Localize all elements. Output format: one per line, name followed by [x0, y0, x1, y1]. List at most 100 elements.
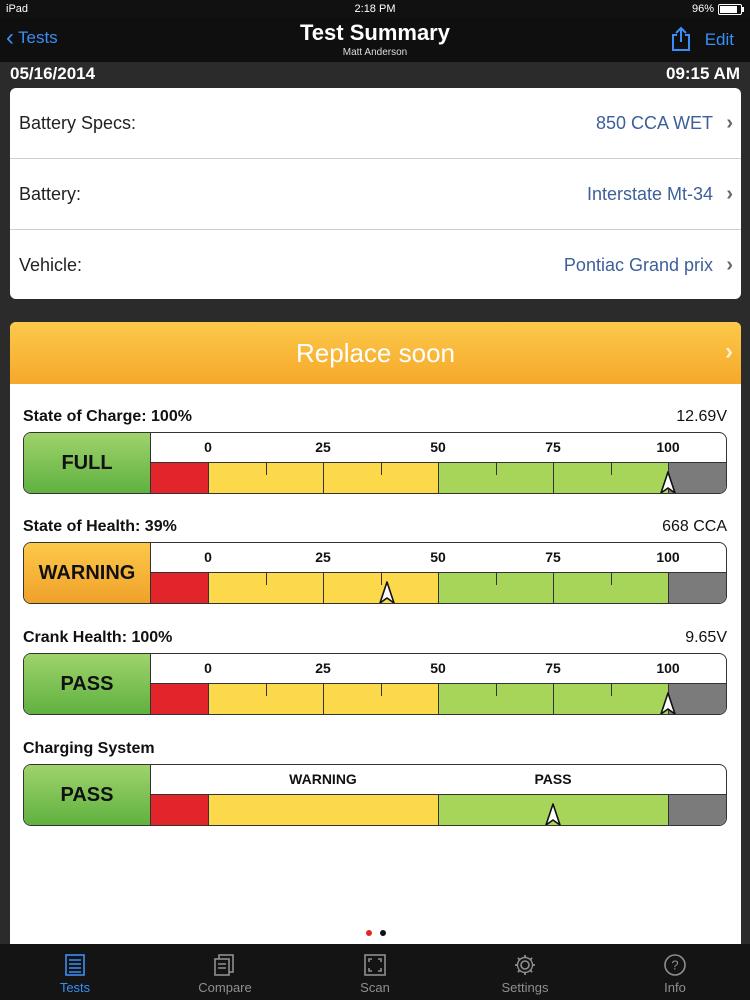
minor-tick — [265, 684, 267, 696]
share-icon — [672, 26, 690, 51]
pointer-icon — [379, 581, 396, 603]
scan-icon — [364, 954, 386, 976]
gauge-band — [151, 794, 726, 825]
scale-divider — [553, 573, 554, 603]
metric-value: 12.69V — [676, 408, 727, 425]
tick-label: 25 — [315, 660, 331, 676]
tick-label: 100 — [656, 549, 680, 565]
share-button[interactable] — [670, 26, 692, 57]
tick-label: 100 — [656, 439, 680, 455]
gauge-band — [151, 683, 726, 714]
tab-scan[interactable]: Scan — [300, 944, 450, 1000]
tab-settings[interactable]: Settings — [450, 944, 600, 1000]
battery-icon — [718, 3, 744, 15]
scale-divider — [553, 684, 554, 714]
battery-status: 96% — [691, 3, 744, 15]
minor-tick — [380, 684, 382, 696]
page-title: Test Summary — [300, 20, 450, 45]
minor-tick — [610, 684, 612, 696]
tick-label: 75 — [545, 549, 561, 565]
tab-info[interactable]: ? Info — [600, 944, 750, 1000]
status-bar: iPad 2:18 PM 96% — [0, 0, 750, 18]
tab-label: Info — [664, 980, 686, 995]
gauge-band — [151, 462, 726, 493]
tab-label: Scan — [360, 980, 390, 995]
battery-row[interactable]: Battery: Interstate Mt-34 › — [10, 159, 741, 230]
tab-label: Tests — [59, 980, 91, 995]
red-zone — [151, 573, 208, 603]
scale-divider — [323, 573, 324, 603]
chevron-right-icon: › — [726, 254, 733, 276]
edit-button[interactable]: Edit — [705, 30, 734, 50]
page-dot — [365, 930, 372, 936]
chevron-right-icon: › — [725, 338, 733, 365]
status-badge: FULL — [24, 433, 151, 493]
pointer-icon — [660, 692, 676, 714]
row-label: Battery Specs: — [19, 113, 137, 133]
metric-value: 668 CCA — [662, 518, 727, 535]
tick-label: 50 — [430, 439, 446, 455]
result-banner[interactable]: Replace soon › — [10, 322, 741, 384]
result-card: Replace soon › State of Charge: 100% 12.… — [10, 322, 741, 944]
minor-tick — [495, 463, 497, 475]
scale-divider — [323, 463, 324, 493]
tab-compare[interactable]: Compare — [150, 944, 300, 1000]
gray-zone — [668, 573, 726, 603]
battery-specs-row[interactable]: Battery Specs: 850 CCA WET › — [10, 88, 741, 159]
gauge-scale: 0 25 50 75 100 — [151, 654, 726, 714]
test-date: 05/16/2014 — [10, 64, 96, 83]
vehicle-row[interactable]: Vehicle: Pontiac Grand prix › — [10, 230, 741, 299]
scale-divider — [438, 684, 439, 714]
pointer-icon — [660, 471, 676, 493]
status-badge: WARNING — [24, 543, 151, 603]
gray-zone — [668, 795, 726, 825]
red-zone — [151, 795, 208, 825]
tab-tests[interactable]: Tests — [0, 944, 150, 1000]
tick-label: 50 — [430, 660, 446, 676]
tick-label: 100 — [656, 660, 680, 676]
question-icon: ? — [664, 954, 686, 976]
minor-tick — [380, 463, 382, 475]
tick-label: 25 — [315, 549, 331, 565]
metric-value: 9.65V — [685, 629, 727, 646]
minor-tick — [495, 573, 497, 585]
date-row: 05/16/2014 09:15 AM — [0, 62, 750, 86]
result-text: Replace soon — [296, 338, 455, 368]
metric-title: State of Health: 39% — [23, 518, 177, 535]
tick-label: 0 — [204, 660, 212, 676]
documents-icon — [214, 954, 234, 976]
nav-bar: ‹ Tests Test Summary Matt Anderson Edit — [0, 18, 750, 62]
tab-label: Settings — [501, 980, 549, 995]
minor-tick — [495, 684, 497, 696]
tab-bar: Tests Compare Scan Settings ? Info — [0, 944, 750, 1000]
status-badge: PASS — [24, 765, 151, 825]
gauge: FULL 0 25 50 75 100 — [23, 432, 727, 494]
scale-divider — [208, 684, 209, 714]
gauge: WARNING 0 25 50 75 100 — [23, 542, 727, 604]
metric-title: Charging System — [23, 740, 155, 757]
tick-label: 25 — [315, 439, 331, 455]
battery-percent: 96% — [691, 3, 714, 15]
page-indicator[interactable] — [10, 923, 741, 941]
list-icon — [65, 954, 85, 976]
zone-label: WARNING — [289, 771, 357, 787]
scale-divider — [553, 463, 554, 493]
scale-divider — [668, 795, 669, 825]
scale-divider — [438, 463, 439, 493]
info-card: Battery Specs: 850 CCA WET › Battery: In… — [10, 88, 741, 299]
row-label: Vehicle: — [19, 255, 83, 275]
chevron-right-icon: › — [726, 112, 733, 134]
status-badge: PASS — [24, 654, 151, 714]
scale-divider — [208, 573, 209, 603]
tick-label: 75 — [545, 439, 561, 455]
minor-tick — [610, 463, 612, 475]
row-value: Interstate Mt-34 — [586, 184, 713, 204]
page-subtitle: Matt Anderson — [342, 47, 408, 58]
tick-label: 0 — [204, 439, 212, 455]
red-zone — [151, 463, 208, 493]
scale-divider — [323, 684, 324, 714]
pointer-icon — [545, 803, 561, 825]
row-value: 850 CCA WET — [595, 113, 713, 133]
gauge-scale: WARNING PASS — [151, 765, 726, 825]
minor-tick — [265, 573, 267, 585]
